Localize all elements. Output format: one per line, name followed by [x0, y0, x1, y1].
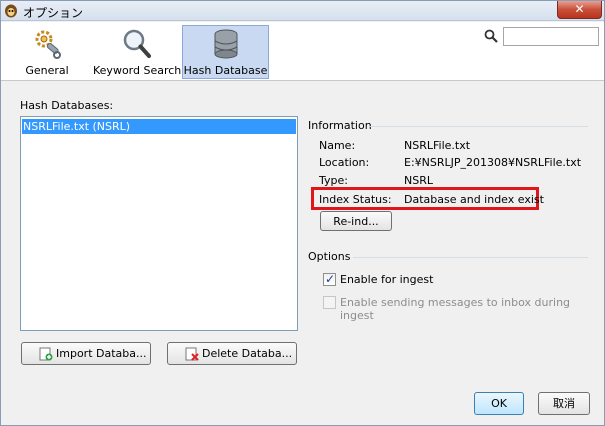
- tab-keyword-search-label: Keyword Search: [93, 64, 182, 77]
- tab-hash-database-label: Hash Database: [183, 64, 268, 77]
- import-icon: [39, 347, 53, 361]
- index-status-value: Database and index exist: [404, 193, 544, 206]
- information-group-title: Information: [308, 119, 372, 132]
- title-bar: オプション ✕: [1, 1, 604, 21]
- tab-keyword-search[interactable]: Keyword Search: [93, 26, 181, 78]
- close-button[interactable]: ✕: [557, 1, 602, 19]
- information-divider: [370, 126, 588, 127]
- import-database-button[interactable]: Import Databa...: [21, 342, 151, 365]
- delete-database-label: Delete Databa...: [202, 347, 293, 360]
- location-value: E:¥NSRLJP_201308¥NSRLFile.txt: [404, 156, 582, 169]
- list-item[interactable]: NSRLFile.txt (NSRL): [22, 119, 296, 134]
- magnifier-icon: [123, 29, 151, 58]
- cancel-button[interactable]: 取消: [538, 392, 590, 415]
- tab-general[interactable]: General: [17, 26, 77, 78]
- location-label: Location:: [319, 156, 370, 169]
- options-dialog: オプション ✕ General Keyword Search Hash Data…: [0, 0, 605, 426]
- delete-icon: [185, 347, 199, 361]
- type-label: Type:: [319, 174, 348, 187]
- search-icon: [484, 29, 498, 43]
- hash-database-list[interactable]: NSRLFile.txt (NSRL): [20, 116, 298, 331]
- options-divider: [353, 257, 588, 258]
- database-icon: [214, 29, 237, 59]
- index-status-label: Index Status:: [319, 193, 392, 206]
- app-icon: [5, 4, 17, 18]
- window-title: オプション: [23, 6, 84, 20]
- search-input[interactable]: [503, 27, 599, 46]
- options-group-title: Options: [308, 250, 351, 263]
- wrench-gear-icon: [35, 30, 61, 59]
- tab-general-label: General: [25, 64, 69, 77]
- category-toolbar: General Keyword Search Hash Database: [1, 22, 604, 81]
- type-value: NSRL: [404, 174, 433, 187]
- enable-inbox-label: Enable sending messages to inbox during …: [340, 296, 571, 322]
- name-label: Name:: [319, 139, 356, 152]
- enable-ingest-checkbox[interactable]: ✓: [323, 272, 336, 286]
- reindex-button[interactable]: Re-ind...: [320, 211, 392, 231]
- checkmark-icon: ✓: [325, 272, 336, 286]
- name-value: NSRLFile.txt: [404, 139, 471, 152]
- enable-inbox-checkbox[interactable]: [323, 296, 336, 309]
- delete-database-button[interactable]: Delete Databa...: [167, 342, 297, 365]
- enable-ingest-label: Enable for ingest: [340, 273, 434, 286]
- tab-hash-database[interactable]: Hash Database: [182, 25, 269, 79]
- import-database-label: Import Databa...: [56, 347, 147, 360]
- ok-button[interactable]: OK: [474, 392, 524, 415]
- hash-databases-label: Hash Databases:: [20, 99, 114, 112]
